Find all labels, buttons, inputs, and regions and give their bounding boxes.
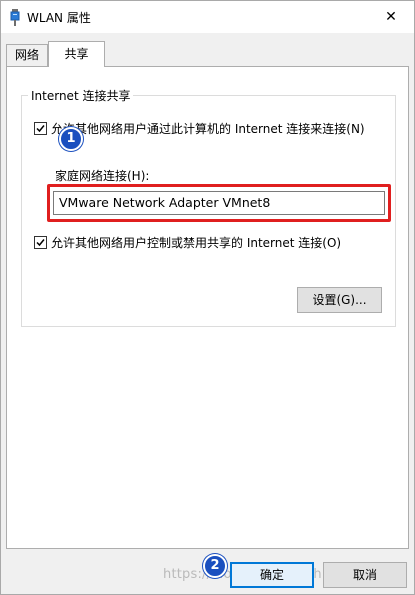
close-button[interactable]: ✕ (368, 1, 414, 33)
allow-control-label[interactable]: 允许其他网络用户控制或禁用共享的 Internet 连接(O) (51, 234, 341, 251)
group-title: Internet 连接共享 (28, 87, 134, 104)
tab-network[interactable]: 网络 (6, 44, 48, 66)
allow-control-checkbox[interactable] (34, 236, 47, 249)
tab-sharing[interactable]: 共享 (48, 41, 105, 67)
ok-button[interactable]: 确定 (230, 562, 314, 588)
properties-dialog: WLAN 属性 ✕ 网络 共享 Internet 连接共享 允许其他网络用户通过… (0, 0, 415, 595)
home-network-label: 家庭网络连接(H): (55, 169, 150, 183)
close-icon: ✕ (385, 9, 397, 25)
allow-connect-label[interactable]: 允许其他网络用户通过此计算机的 Internet 连接来连接(N) (51, 120, 365, 137)
home-network-dropdown[interactable]: VMware Network Adapter VMnet8 (53, 191, 385, 215)
cancel-button[interactable]: 取消 (323, 562, 407, 588)
title-bar: WLAN 属性 ✕ (1, 1, 414, 33)
wlan-adapter-icon (9, 9, 21, 26)
allow-connect-checkbox[interactable] (34, 122, 47, 135)
checkmark-icon (36, 125, 45, 133)
window-title: WLAN 属性 (27, 11, 91, 25)
checkmark-icon (36, 239, 45, 247)
step-1-badge: 1 (59, 127, 83, 151)
settings-button[interactable]: 设置(G)... (297, 287, 382, 313)
step-2-badge: 2 (203, 554, 227, 578)
